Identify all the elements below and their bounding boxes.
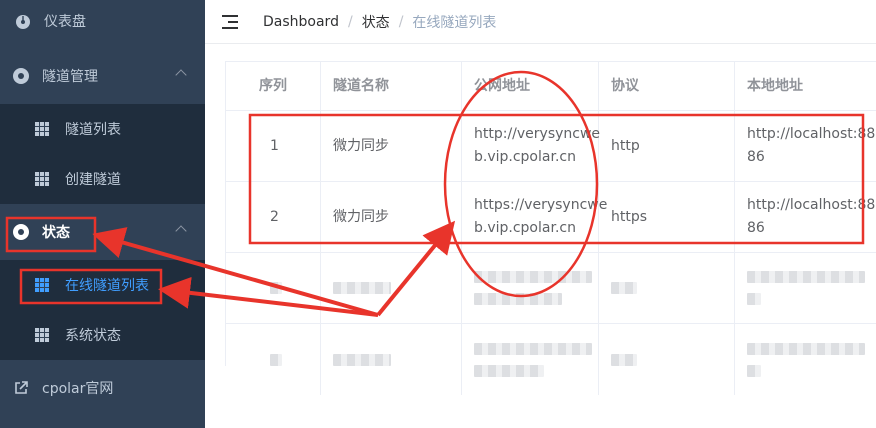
sidebar-item-label: 仪表盘: [44, 14, 86, 30]
cell-protocol: https: [599, 182, 735, 252]
public-url-line: b.vip.cpolar.cn: [474, 149, 576, 165]
blurred-cell: [735, 253, 876, 323]
sidebar-item-status[interactable]: 状态: [0, 207, 205, 257]
blurred-cell: [599, 253, 735, 323]
sidebar-item-label: cpolar官网: [42, 381, 114, 397]
breadcrumb-current: 在线隧道列表: [412, 14, 497, 31]
chevron-up-icon: [175, 225, 187, 237]
local-address-line: http://localhost:88: [747, 197, 876, 213]
blurred-cell: [226, 253, 321, 323]
cell-public-url: https://verysyncwe b.vip.cpolar.cn: [462, 182, 607, 252]
public-url-line: https://verysyncwe: [474, 197, 608, 213]
grid-icon: [35, 172, 49, 186]
table-row-blurred: [226, 324, 876, 395]
grid-icon: [35, 278, 49, 292]
navbar: Dashboard / 状态 / 在线隧道列表: [205, 0, 876, 44]
table-row[interactable]: 1 微力同步 http://verysyncwe b.vip.cpolar.cn …: [226, 111, 876, 182]
blurred-cell: [462, 324, 599, 395]
status-icon: [12, 223, 30, 241]
breadcrumb-separator: /: [347, 13, 353, 30]
sidebar-item-tunnel-list[interactable]: 隧道列表: [0, 104, 205, 154]
sidebar-item-tunnel-manage[interactable]: 隧道管理: [0, 51, 205, 101]
chevron-up-icon: [175, 69, 187, 81]
external-link-icon: [12, 379, 30, 397]
cell-local-address: http://localhost:88 86: [735, 182, 876, 252]
blurred-cell: [599, 324, 735, 395]
breadcrumb-dashboard[interactable]: Dashboard: [263, 14, 339, 30]
cell-index: 1: [226, 111, 321, 181]
sidebar-item-system-status[interactable]: 系统状态: [0, 310, 205, 360]
tunnel-table: 序列 隧道名称 公网地址 协议 本地地址 1 微力同步 http://verys…: [225, 61, 876, 395]
sidebar-item-label: 在线隧道列表: [65, 278, 149, 294]
tunnel-manage-icon: [12, 67, 30, 85]
sidebar-item-online-tunnels[interactable]: 在线隧道列表: [0, 260, 205, 310]
column-header: 隧道名称: [321, 62, 462, 110]
sidebar-item-label: 系统状态: [65, 328, 121, 344]
cell-public-url: http://verysyncwe b.vip.cpolar.cn: [462, 111, 601, 181]
hamburger-icon[interactable]: [222, 14, 238, 29]
sidebar-item-create-tunnel[interactable]: 创建隧道: [0, 154, 205, 204]
blurred-cell: [321, 253, 462, 323]
blurred-cell: [462, 253, 599, 323]
sidebar-item-label: 隧道管理: [42, 69, 98, 85]
breadcrumb-status[interactable]: 状态: [362, 12, 390, 32]
dashboard-icon: [14, 12, 32, 30]
submenu-status: 在线隧道列表 系统状态: [0, 260, 205, 360]
table-header: 序列 隧道名称 公网地址 协议 本地地址: [226, 62, 876, 111]
cell-name: 微力同步: [321, 111, 462, 181]
cell-index: 2: [226, 182, 321, 252]
local-address-line: 86: [747, 149, 765, 165]
local-address-line: http://localhost:88: [747, 126, 876, 142]
grid-icon: [35, 328, 49, 342]
column-header: 本地地址: [747, 77, 803, 94]
sidebar-item-dashboard[interactable]: 仪表盘: [0, 0, 205, 46]
cell-protocol: http: [599, 111, 735, 181]
blurred-cell: [226, 324, 321, 395]
table-row[interactable]: 2 微力同步 https://verysyncwe b.vip.cpolar.cn…: [226, 182, 876, 253]
breadcrumb-separator: /: [398, 13, 404, 30]
column-header: 公网地址: [462, 62, 599, 110]
cell-name: 微力同步: [321, 182, 462, 252]
public-url-line: http://verysyncwe: [474, 126, 601, 142]
table-row-blurred: [226, 253, 876, 324]
breadcrumb: Dashboard / 状态 / 在线隧道列表: [263, 12, 496, 32]
submenu-tunnel: 隧道列表 创建隧道: [0, 104, 205, 204]
column-header: 序列: [226, 62, 321, 110]
grid-icon: [35, 122, 49, 136]
sidebar-item-label: 创建隧道: [65, 172, 121, 188]
blurred-cell: [321, 324, 462, 395]
cell-local-address: http://localhost:88 86: [735, 111, 876, 181]
sidebar-item-cpolar-site[interactable]: cpolar官网: [0, 363, 205, 413]
blurred-cell: [735, 324, 876, 395]
sidebar-item-label: 隧道列表: [65, 122, 121, 138]
public-url-line: b.vip.cpolar.cn: [474, 220, 576, 236]
local-address-line: 86: [747, 220, 765, 236]
column-header: 协议: [599, 62, 735, 110]
sidebar: 仪表盘 隧道管理 隧道列表 创建隧道 状态 在线隧道列表 系统状态 cpolar…: [0, 0, 205, 428]
sidebar-item-label: 状态: [42, 225, 70, 241]
